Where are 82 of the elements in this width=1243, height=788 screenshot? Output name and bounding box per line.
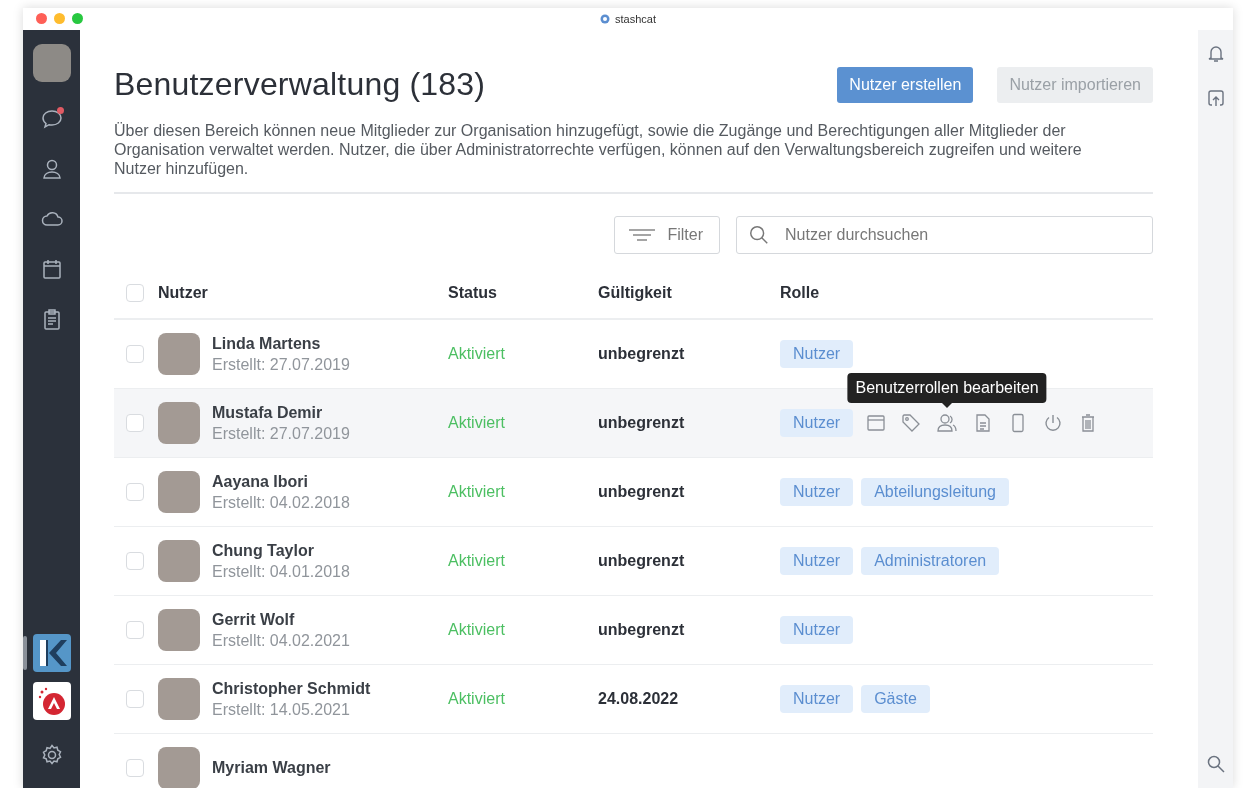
- chat-icon: [39, 107, 64, 131]
- search-icon[interactable]: [1205, 754, 1226, 774]
- role-tag: Nutzer: [780, 616, 854, 644]
- close-button[interactable]: [36, 13, 47, 24]
- tag-icon[interactable]: [901, 413, 922, 433]
- status-text: Aktiviert: [448, 414, 505, 431]
- calendar-icon[interactable]: [866, 413, 887, 433]
- validity-text: unbegrenzt: [598, 345, 685, 362]
- minimize-button[interactable]: [54, 13, 65, 24]
- role-tag: Gäste: [861, 685, 930, 713]
- column-header: Rolle: [780, 284, 821, 302]
- power-icon[interactable]: [1043, 413, 1064, 433]
- upload-icon[interactable]: [1205, 88, 1226, 108]
- role-tag: Nutzer: [780, 340, 854, 368]
- user-name: Aayana Ibori: [212, 472, 310, 491]
- row-checkbox[interactable]: [126, 759, 144, 777]
- window-title: stashcat: [615, 13, 656, 25]
- validity-text: unbegrenzt: [598, 414, 685, 431]
- avatar-placeholder: [158, 747, 200, 788]
- filter-icon: [629, 228, 656, 242]
- filter-button[interactable]: Filter: [614, 216, 720, 254]
- validity-text: 24.08.2022: [598, 690, 679, 707]
- table-row[interactable]: Myriam Wagner: [114, 734, 1153, 788]
- description-text: Über diesen Bereich können neue Mitglieder zur Organisation hinzugefügt, sowie die Zugänge und Berechtigungen aller Mitglieder der Organisation verwaltet werden. Nutzer, die über Administratorrechte verfügen, können auf den Verwaltungsbereich zugreifen und weitere Nutzer hinzufügen.: [114, 121, 1083, 178]
- select-all-checkbox[interactable]: [126, 284, 144, 302]
- search-field[interactable]: Nutzer durchsuchen: [736, 216, 1153, 254]
- created-date: Erstellt: 04.02.2018: [212, 493, 350, 512]
- column-header: Nutzer: [158, 284, 208, 302]
- row-checkbox[interactable]: [126, 414, 144, 432]
- letter-a-logo-icon: [32, 682, 71, 720]
- role-tag: Nutzer: [780, 478, 854, 506]
- page-title: Benutzerverwaltung (183): [114, 66, 486, 103]
- status-text: Aktiviert: [448, 621, 505, 638]
- role-tag: Abteilungsleitung: [861, 478, 1009, 506]
- column-header: Status: [448, 284, 498, 302]
- table-row[interactable]: Gerrit Wolf Erstellt: 04.02.2021 Aktiviert unbegrenzt Nutzer: [114, 596, 1153, 665]
- table-row[interactable]: Aayana Ibori Erstellt: 04.02.2018 Aktiviert unbegrenzt Nutzer Abteilungsleitung: [114, 458, 1153, 527]
- user-name: Christopher Schmidt: [212, 679, 371, 698]
- status-text: Aktiviert: [448, 483, 505, 500]
- role-tag: Administratoren: [861, 547, 1000, 575]
- avatar-placeholder: [158, 678, 200, 720]
- user-name: Gerrit Wolf: [212, 610, 296, 629]
- user-name: Chung Taylor: [212, 541, 315, 560]
- maximize-button[interactable]: [72, 13, 83, 24]
- tooltip: Benutzerrollen bearbeiten: [847, 373, 1047, 403]
- row-checkbox[interactable]: [126, 483, 144, 501]
- status-text: Aktiviert: [448, 345, 505, 362]
- notification-dot: [56, 107, 64, 114]
- table-row[interactable]: Christopher Schmidt Erstellt: 14.05.2021 Aktiviert 24.08.2022 Nutzer Gäste: [114, 665, 1153, 734]
- avatar-placeholder: [158, 402, 200, 444]
- avatar-placeholder: [158, 333, 200, 375]
- row-checkbox[interactable]: [126, 552, 144, 570]
- validity-text: unbegrenzt: [598, 552, 685, 569]
- tooltip-arrow: [942, 403, 953, 408]
- column-header: Gültigkeit: [598, 284, 673, 302]
- user-name: Myriam Wagner: [212, 759, 331, 777]
- row-checkbox[interactable]: [126, 690, 144, 708]
- avatar-placeholder: [158, 471, 200, 513]
- user-name: Linda Martens: [212, 334, 322, 353]
- created-date: Erstellt: 04.02.2021: [212, 631, 350, 650]
- role-tag: Nutzer: [780, 409, 854, 437]
- avatar-placeholder: [158, 609, 200, 651]
- row-checkbox[interactable]: [126, 621, 144, 639]
- app-logo-icon: [600, 14, 610, 24]
- created-date: Erstellt: 14.05.2021: [212, 700, 351, 719]
- validity-text: unbegrenzt: [598, 483, 685, 500]
- table-row[interactable]: Chung Taylor Erstellt: 04.01.2018 Aktiviert unbegrenzt Nutzer Administratoren: [114, 527, 1153, 596]
- search-icon: [748, 224, 770, 246]
- created-date: Erstellt: 27.07.2019: [212, 355, 350, 374]
- role-tag: Nutzer: [780, 547, 854, 575]
- k-logo-icon: [32, 634, 71, 672]
- role-tag: Nutzer: [780, 685, 854, 713]
- row-checkbox[interactable]: [126, 345, 144, 363]
- validity-text: unbegrenzt: [598, 621, 685, 638]
- created-date: Erstellt: 04.01.2018: [212, 562, 350, 581]
- avatar-placeholder: [158, 540, 200, 582]
- status-text: Aktiviert: [448, 552, 505, 569]
- user-name: Mustafa Demir: [212, 403, 324, 422]
- user-roles-icon[interactable]: [936, 413, 959, 433]
- created-date: Erstellt: 27.07.2019: [212, 424, 350, 443]
- status-text: Aktiviert: [448, 690, 505, 707]
- avatar-placeholder[interactable]: [32, 44, 71, 82]
